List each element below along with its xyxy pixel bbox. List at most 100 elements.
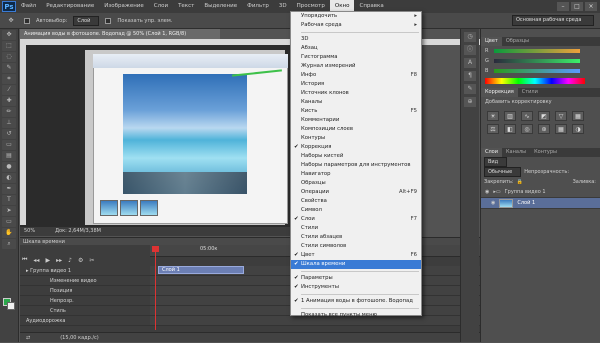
tab-layers[interactable]: Слои xyxy=(481,148,502,157)
timeline-row[interactable]: Непрозр. xyxy=(20,296,150,306)
photo-filter-icon[interactable]: ◎ xyxy=(521,124,533,134)
timeline-row[interactable]: ▸ Группа видео 1 xyxy=(20,266,150,276)
window-menu-item[interactable]: Стили абзацев xyxy=(291,233,421,242)
tab-channels[interactable]: Каналы xyxy=(502,148,530,157)
healing-tool-icon[interactable]: ✚ xyxy=(2,96,16,106)
window-menu-item[interactable]: ✔ 1 Анимация воды в фотошопе. Водопад xyxy=(291,297,421,306)
expand-arrow-icon[interactable]: ▸ xyxy=(26,268,29,274)
window-menu-item[interactable]: Образцы xyxy=(291,179,421,188)
window-menu-item[interactable]: Абзац xyxy=(291,44,421,53)
menu-select[interactable]: Выделение xyxy=(199,0,242,13)
window-menu-item[interactable]: Инфо F8 xyxy=(291,71,421,80)
lock-icon[interactable]: 🔒 xyxy=(517,179,523,185)
stamp-tool-icon[interactable]: ⊥ xyxy=(2,118,16,128)
invert-icon[interactable]: ◑ xyxy=(572,124,584,134)
frame-thumbnail[interactable] xyxy=(140,200,158,216)
window-menu-item[interactable]: Свойства xyxy=(291,197,421,206)
window-menu-item[interactable]: Упорядочить ▸ xyxy=(291,12,421,21)
blend-mode-dropdown[interactable]: Обычные xyxy=(484,167,522,177)
show-controls-checkbox[interactable] xyxy=(105,17,112,24)
render-video-icon[interactable]: ⇄ xyxy=(26,333,30,342)
move-tool-icon[interactable]: ✥ xyxy=(4,15,18,26)
window-menu-item[interactable]: Показать все пункты меню xyxy=(291,311,421,320)
window-menu-item[interactable]: Комментарии xyxy=(291,116,421,125)
window-menu-item[interactable]: ✔ Слои F7 xyxy=(291,215,421,224)
eyedropper-tool-icon[interactable]: ⁄ xyxy=(2,85,16,95)
menu-layers[interactable]: Слои xyxy=(149,0,173,13)
timeline-row[interactable]: Стиль xyxy=(20,306,150,316)
timeline-row[interactable]: Изменение видео xyxy=(20,276,150,286)
window-menu-item[interactable]: Стили символов xyxy=(291,242,421,251)
zoom-tool-icon[interactable]: ⌕ xyxy=(2,239,16,249)
black-white-icon[interactable]: ◧ xyxy=(504,124,516,134)
window-menu-item[interactable]: 3D xyxy=(291,35,421,44)
window-menu-item[interactable]: Композиции слоев xyxy=(291,125,421,134)
next-frame-icon[interactable]: ▸▸ xyxy=(56,257,62,264)
prev-frame-icon[interactable]: ◂◂ xyxy=(33,257,39,264)
window-menu-item[interactable]: ✔ Цвет F6 xyxy=(291,251,421,260)
autoselect-checkbox[interactable] xyxy=(24,17,30,24)
window-menu-item[interactable]: Символ xyxy=(291,206,421,215)
window-menu-item[interactable]: Контуры xyxy=(291,134,421,143)
menu-image[interactable]: Изображение xyxy=(99,0,149,13)
background-color-swatch[interactable] xyxy=(7,302,15,310)
marquee-tool-icon[interactable]: ⬚ xyxy=(2,41,16,51)
history-panel-icon[interactable]: ◷ xyxy=(464,32,476,42)
history-brush-tool-icon[interactable]: ↺ xyxy=(2,129,16,139)
window-menu-item[interactable]: ✔ Инструменты xyxy=(291,283,421,292)
eraser-tool-icon[interactable]: ▭ xyxy=(2,140,16,150)
timeline-row[interactable]: Позиция xyxy=(20,286,150,296)
frame-thumbnail[interactable] xyxy=(100,200,118,216)
shape-tool-icon[interactable]: ▭ xyxy=(2,217,16,227)
first-frame-icon[interactable]: ⏮ xyxy=(22,256,27,264)
window-menu-item[interactable]: ✔ Параметры xyxy=(291,274,421,283)
play-icon[interactable]: ▶ xyxy=(45,257,50,264)
minimize-button[interactable]: – xyxy=(557,2,569,11)
window-menu-item[interactable]: ✔ Коррекция xyxy=(291,143,421,152)
close-button[interactable]: × xyxy=(585,2,597,11)
lookup-icon[interactable]: ▦ xyxy=(555,124,567,134)
window-menu-item[interactable]: История xyxy=(291,80,421,89)
split-icon[interactable]: ✂ xyxy=(89,257,94,264)
dodge-tool-icon[interactable]: ◐ xyxy=(2,173,16,183)
move-tool-icon[interactable]: ✥ xyxy=(2,30,16,40)
window-menu-item[interactable]: Источник клонов xyxy=(291,89,421,98)
brush-panel-icon[interactable]: ✎ xyxy=(464,84,476,94)
color-balance-icon[interactable]: ⚖ xyxy=(487,124,499,134)
playhead-handle[interactable] xyxy=(152,246,159,252)
window-menu-item[interactable]: ✔ Шкала времени xyxy=(291,260,421,269)
window-menu-item[interactable]: Каналы xyxy=(291,98,421,107)
channel-mixer-icon[interactable]: ⊛ xyxy=(538,124,550,134)
character-panel-icon[interactable]: A xyxy=(464,58,476,68)
spectrum-bar[interactable] xyxy=(481,76,600,86)
red-slider[interactable]: R xyxy=(481,46,600,56)
maximize-button[interactable]: □ xyxy=(571,2,583,11)
type-tool-icon[interactable]: T xyxy=(2,195,16,205)
blue-slider[interactable]: B xyxy=(481,66,600,76)
clone-source-panel-icon[interactable]: ⊕ xyxy=(464,97,476,107)
tab-paths[interactable]: Контуры xyxy=(530,148,561,157)
tab-color[interactable]: Цвет xyxy=(481,37,502,46)
levels-icon[interactable]: ▥ xyxy=(504,111,516,121)
timeline-row-audio[interactable]: Аудиодорожка xyxy=(20,316,150,326)
exposure-icon[interactable]: ◩ xyxy=(538,111,550,121)
window-menu-item[interactable]: Наборы параметров для инструментов xyxy=(291,161,421,170)
blur-tool-icon[interactable]: ● xyxy=(2,162,16,172)
autoselect-dropdown[interactable]: Слой xyxy=(73,15,100,26)
eye-icon[interactable]: ◉ xyxy=(491,200,495,206)
window-menu-item[interactable]: Стили xyxy=(291,224,421,233)
layer-kind-dropdown[interactable]: Вид xyxy=(484,157,508,167)
zoom-level[interactable]: 50% xyxy=(24,227,35,236)
window-menu-item[interactable]: Операции Alt+F9 xyxy=(291,188,421,197)
window-menu-item[interactable]: Кисть F5 xyxy=(291,107,421,116)
window-menu-item[interactable]: Рабочая среда ▸ xyxy=(291,21,421,30)
pen-tool-icon[interactable]: ✒ xyxy=(2,184,16,194)
crop-tool-icon[interactable]: ⌗ xyxy=(2,74,16,84)
path-select-tool-icon[interactable]: ➤ xyxy=(2,206,16,216)
hand-tool-icon[interactable]: ✋ xyxy=(2,228,16,238)
hue-icon[interactable]: ▦ xyxy=(572,111,584,121)
workspace-dropdown[interactable]: Основная рабочая среда xyxy=(512,15,594,26)
frame-thumbnail[interactable] xyxy=(120,200,138,216)
window-menu-item[interactable]: Наборы кистей xyxy=(291,152,421,161)
document-tab[interactable]: Анимация воды в фотошопе. Водопад @ 50% … xyxy=(20,29,220,39)
